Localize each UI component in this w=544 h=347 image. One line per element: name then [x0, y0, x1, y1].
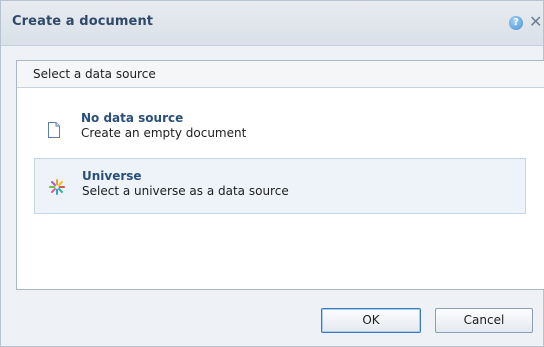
create-document-dialog: Create a document ? ✕ Select a data sour… [0, 0, 544, 347]
option-title: Universe [82, 169, 142, 183]
dialog-title: Create a document [12, 14, 154, 29]
help-icon[interactable]: ? [509, 16, 523, 30]
universe-icon [48, 178, 66, 196]
panel-header: Select a data source [17, 61, 544, 88]
option-no-data-source[interactable]: No data source Create an empty document [34, 101, 526, 157]
option-description: Create an empty document [81, 126, 247, 140]
ok-button[interactable]: OK [321, 308, 421, 333]
close-icon[interactable]: ✕ [529, 13, 544, 31]
option-description: Select a universe as a data source [82, 184, 289, 198]
data-source-panel: Select a data source No data source Crea… [16, 60, 544, 290]
dialog-titlebar: Create a document ? ✕ [1, 1, 543, 46]
cancel-button[interactable]: Cancel [435, 308, 533, 333]
option-universe[interactable]: Universe Select a universe as a data sou… [34, 158, 526, 214]
panel-header-label: Select a data source [33, 67, 156, 81]
document-icon [47, 122, 61, 138]
option-title: No data source [81, 111, 184, 125]
